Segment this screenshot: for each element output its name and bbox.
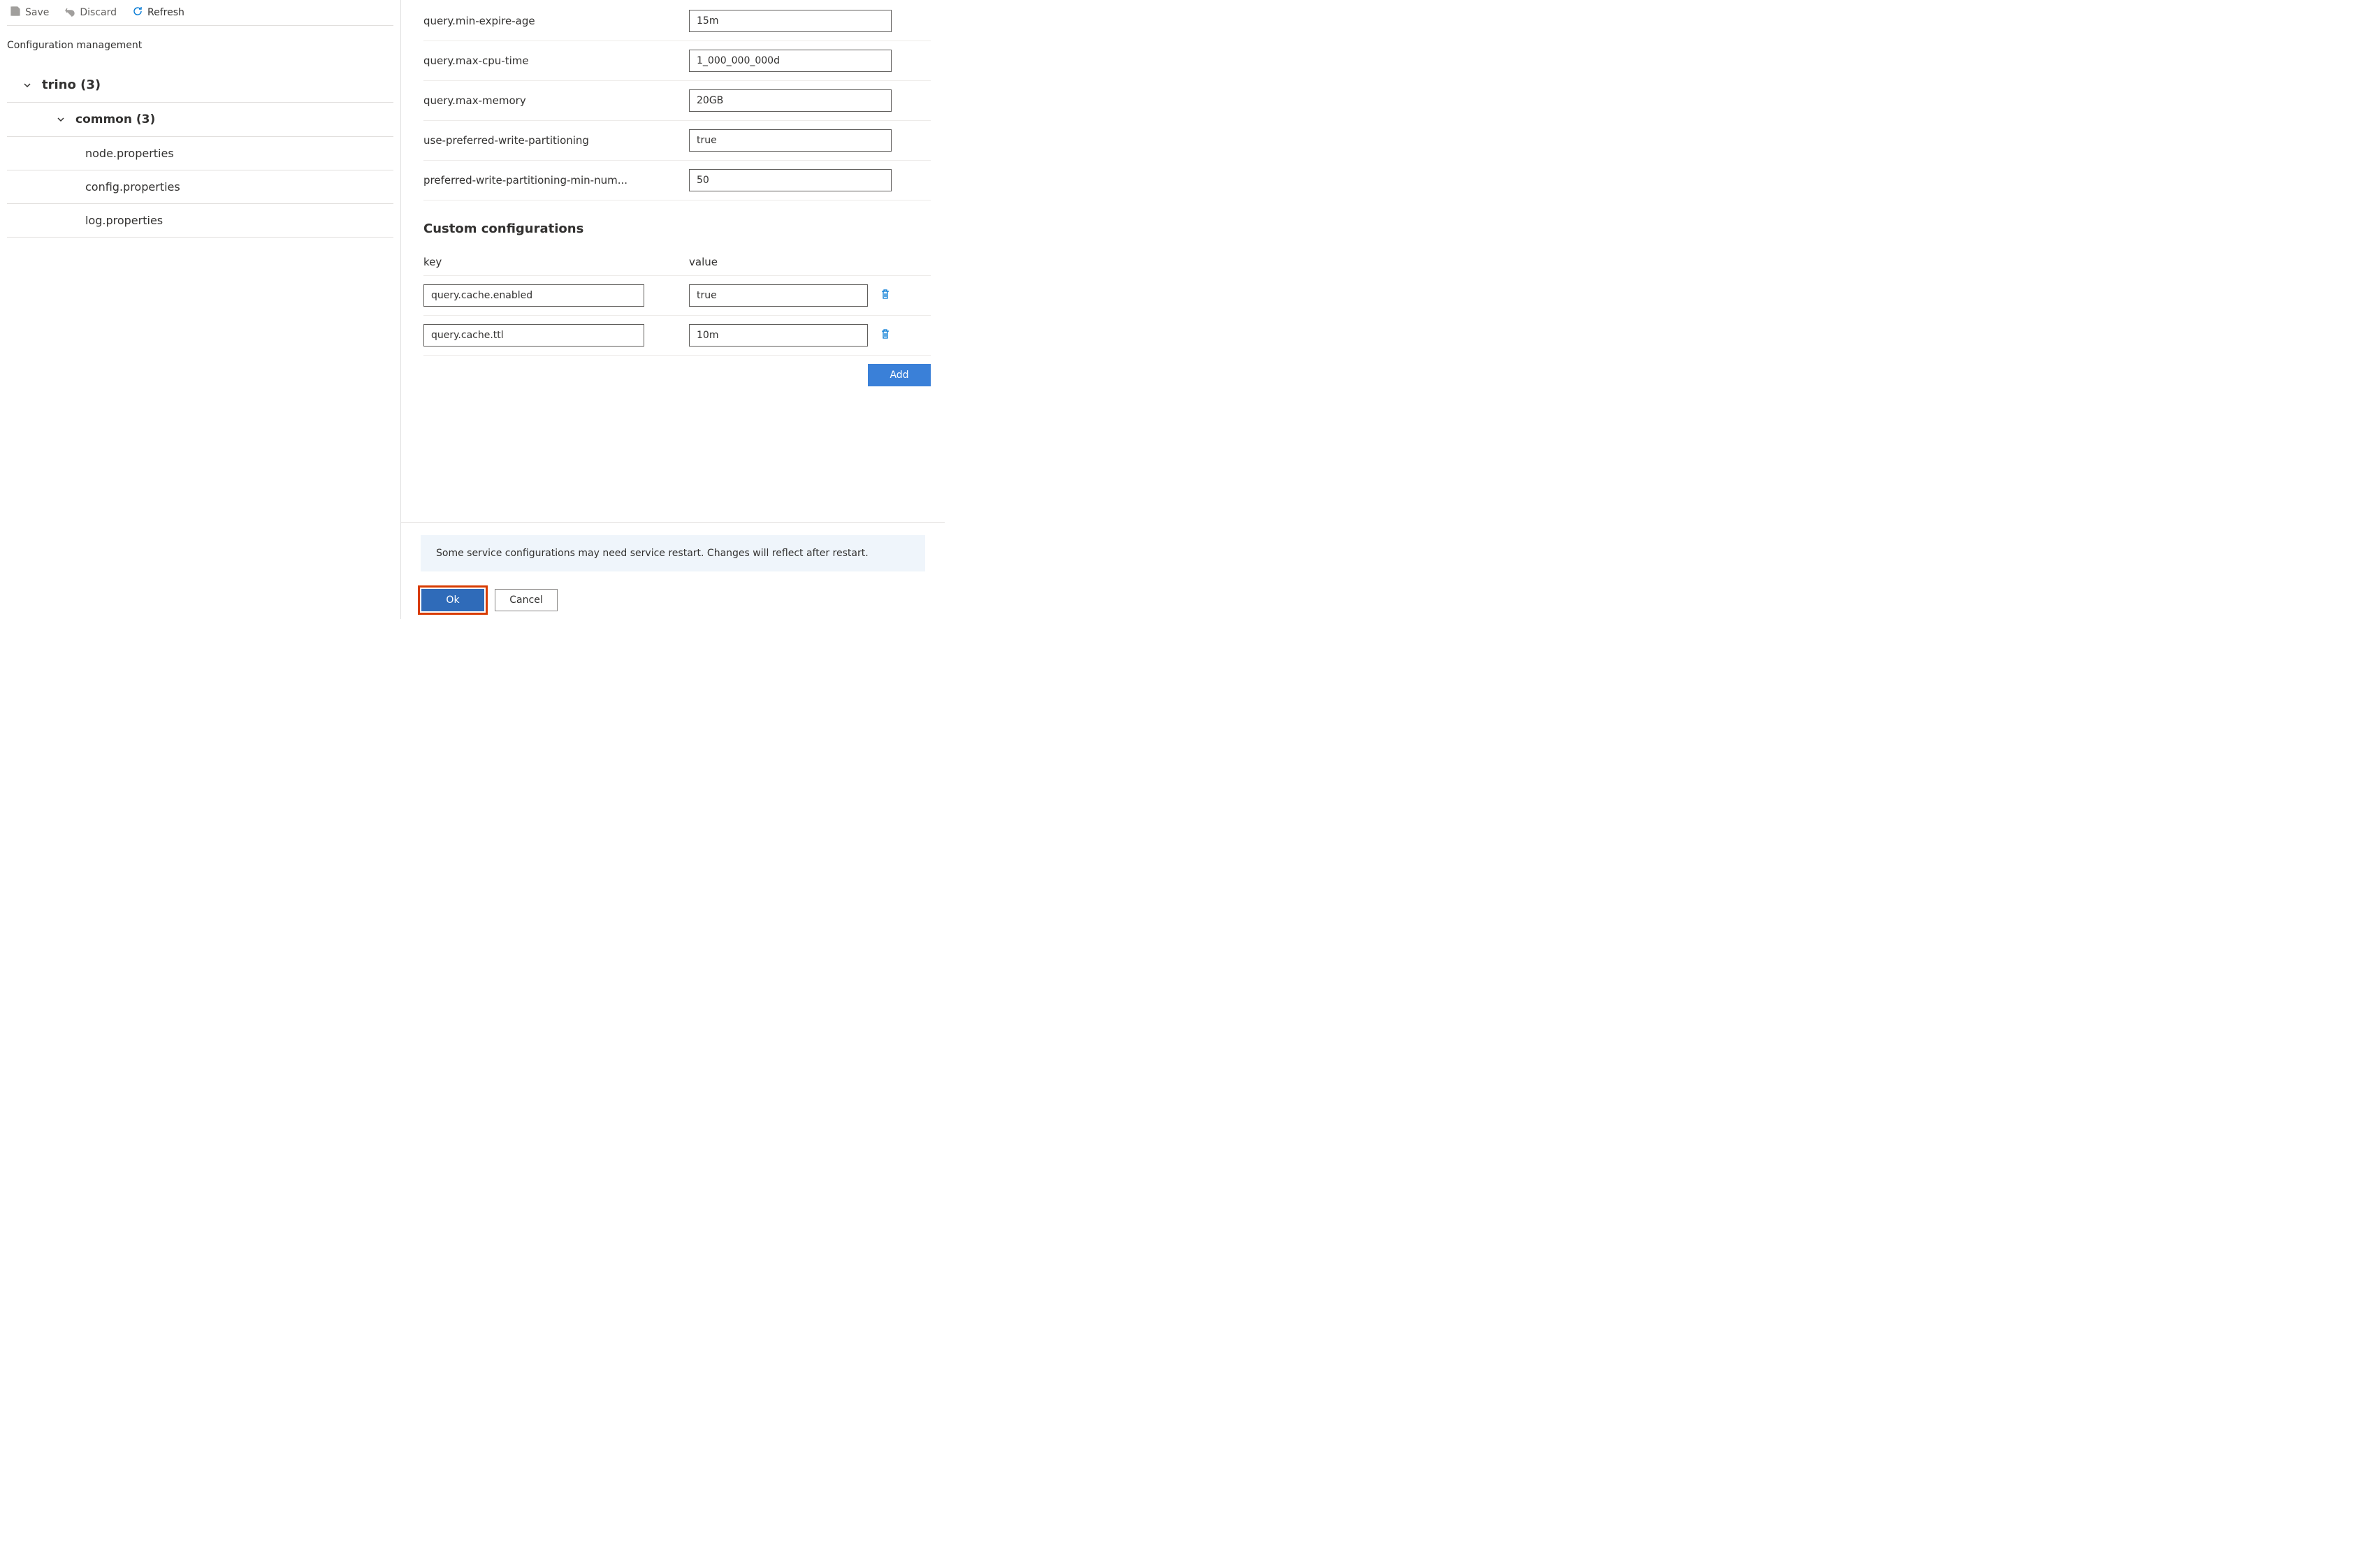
trash-icon [880, 289, 891, 302]
config-row: preferred-write-partitioning-min-num... [423, 161, 931, 201]
custom-config-heading: Custom configurations [423, 221, 931, 236]
config-scroll[interactable]: query.min-expire-age query.max-cpu-time … [401, 0, 945, 522]
discard-label: Discard [80, 7, 117, 18]
tree-item-node-properties[interactable]: node.properties [7, 137, 393, 170]
cancel-button[interactable]: Cancel [495, 589, 558, 611]
tree-item-log-properties[interactable]: log.properties [7, 204, 393, 238]
discard-button[interactable]: Discard [61, 4, 119, 21]
kv-header-value: value [689, 256, 931, 268]
ok-button-highlight: Ok [421, 588, 485, 612]
custom-value-input[interactable] [689, 324, 868, 347]
config-row: query.max-cpu-time [423, 41, 931, 81]
tree-group-trino[interactable]: trino (3) [7, 68, 393, 103]
ok-button[interactable]: Ok [421, 589, 484, 611]
save-button[interactable]: Save [7, 4, 52, 21]
config-row: query.max-memory [423, 81, 931, 121]
toolbar: Save Discard Refresh [7, 4, 393, 26]
config-row: use-preferred-write-partitioning [423, 121, 931, 161]
kv-row [423, 276, 931, 316]
footer: Some service configurations may need ser… [401, 522, 945, 619]
kv-header-key: key [423, 256, 689, 268]
custom-key-input[interactable] [423, 324, 644, 347]
undo-icon [64, 6, 75, 20]
config-input-min-expire-age[interactable] [689, 10, 892, 32]
restart-banner: Some service configurations may need ser… [421, 535, 925, 571]
tree-group-common[interactable]: common (3) [7, 103, 393, 137]
tree-group-label: trino (3) [42, 78, 101, 92]
chevron-down-icon [56, 115, 66, 124]
kv-row [423, 316, 931, 356]
tree-group-label: common (3) [75, 112, 155, 126]
refresh-button[interactable]: Refresh [129, 4, 187, 21]
config-label: query.max-memory [423, 94, 689, 107]
custom-key-input[interactable] [423, 284, 644, 307]
delete-row-button[interactable] [879, 329, 892, 342]
tree-item-label: config.properties [85, 180, 180, 194]
config-row: query.min-expire-age [423, 1, 931, 41]
refresh-icon [132, 6, 143, 20]
save-label: Save [25, 7, 49, 18]
config-label: use-preferred-write-partitioning [423, 134, 689, 147]
trash-icon [880, 328, 891, 342]
config-input-max-cpu-time[interactable] [689, 50, 892, 72]
refresh-label: Refresh [147, 7, 184, 18]
save-icon [10, 6, 21, 20]
config-label: query.min-expire-age [423, 15, 689, 27]
config-label: query.max-cpu-time [423, 54, 689, 67]
config-input-preferred-write-partitioning[interactable] [689, 129, 892, 152]
config-input-preferred-write-min-num[interactable] [689, 169, 892, 191]
tree-item-label: log.properties [85, 214, 163, 227]
kv-header: key value [423, 249, 931, 276]
section-title: Configuration management [7, 40, 393, 51]
tree-item-label: node.properties [85, 147, 174, 160]
chevron-down-icon [22, 80, 32, 90]
config-input-max-memory[interactable] [689, 89, 892, 112]
delete-row-button[interactable] [879, 289, 892, 302]
add-button[interactable]: Add [868, 364, 931, 386]
left-panel: Save Discard Refresh Configuration manag… [0, 0, 400, 619]
right-panel: query.min-expire-age query.max-cpu-time … [400, 0, 945, 619]
config-tree: trino (3) common (3) node.properties con… [7, 68, 393, 238]
tree-item-config-properties[interactable]: config.properties [7, 170, 393, 204]
config-label: preferred-write-partitioning-min-num... [423, 174, 689, 187]
custom-value-input[interactable] [689, 284, 868, 307]
